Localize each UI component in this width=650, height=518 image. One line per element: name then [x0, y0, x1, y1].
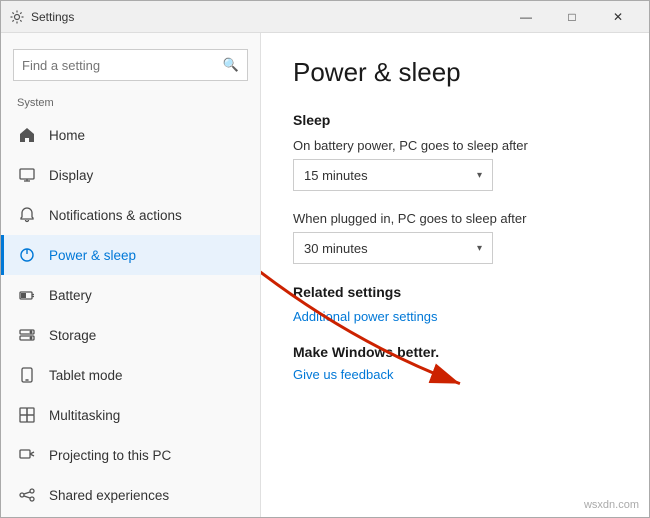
page-title: Power & sleep [293, 57, 617, 88]
make-windows-title: Make Windows better. [293, 344, 617, 360]
content-area: 🔍 System Home [1, 33, 649, 517]
home-icon [17, 125, 37, 145]
related-settings-section: Related settings Additional power settin… [293, 284, 617, 344]
main-content: Power & sleep Sleep On battery power, PC… [261, 33, 649, 426]
settings-app-icon [9, 9, 25, 25]
sidebar-item-display[interactable]: Display [1, 155, 260, 195]
battery-sleep-value: 15 minutes [304, 168, 368, 183]
battery-sleep-dropdown[interactable]: 15 minutes ▾ [293, 159, 493, 191]
sidebar: 🔍 System Home [1, 33, 261, 517]
sidebar-section-label: System [1, 97, 260, 115]
sidebar-label-projecting: Projecting to this PC [49, 448, 171, 463]
sidebar-label-home: Home [49, 128, 85, 143]
multitasking-icon [17, 405, 37, 425]
settings-window: Settings — □ ✕ 🔍 System Home [0, 0, 650, 518]
sidebar-item-notifications[interactable]: Notifications & actions [1, 195, 260, 235]
sidebar-label-display: Display [49, 168, 93, 183]
display-icon [17, 165, 37, 185]
plugged-sleep-label: When plugged in, PC goes to sleep after [293, 211, 617, 226]
sidebar-label-shared: Shared experiences [49, 488, 169, 503]
additional-power-settings-link[interactable]: Additional power settings [293, 309, 438, 324]
sidebar-label-multitasking: Multitasking [49, 408, 120, 423]
sleep-section-title: Sleep [293, 112, 617, 128]
sidebar-item-projecting[interactable]: Projecting to this PC [1, 435, 260, 475]
search-box[interactable]: 🔍 [13, 49, 248, 81]
sidebar-label-notifications: Notifications & actions [49, 208, 182, 223]
window-controls: — □ ✕ [503, 1, 641, 33]
minimize-button[interactable]: — [503, 1, 549, 33]
sidebar-label-storage: Storage [49, 328, 96, 343]
sidebar-label-battery: Battery [49, 288, 92, 303]
battery-sleep-arrow: ▾ [477, 170, 482, 181]
plugged-sleep-dropdown[interactable]: 30 minutes ▾ [293, 232, 493, 264]
battery-sleep-label: On battery power, PC goes to sleep after [293, 138, 617, 153]
sidebar-item-storage[interactable]: Storage [1, 315, 260, 355]
plugged-sleep-value: 30 minutes [304, 241, 368, 256]
sidebar-item-tablet[interactable]: Tablet mode [1, 355, 260, 395]
sidebar-item-shared[interactable]: Shared experiences [1, 475, 260, 515]
title-bar-text: Settings [31, 10, 503, 24]
plugged-sleep-arrow: ▾ [477, 243, 482, 254]
sidebar-item-power[interactable]: Power & sleep [1, 235, 260, 275]
give-feedback-link[interactable]: Give us feedback [293, 367, 393, 382]
storage-icon [17, 325, 37, 345]
make-windows-section: Make Windows better. Give us feedback [293, 344, 617, 402]
title-bar: Settings — □ ✕ [1, 1, 649, 33]
tablet-icon [17, 365, 37, 385]
sidebar-item-multitasking[interactable]: Multitasking [1, 395, 260, 435]
power-icon [17, 245, 37, 265]
sidebar-item-battery[interactable]: Battery [1, 275, 260, 315]
sidebar-label-tablet: Tablet mode [49, 368, 123, 383]
sleep-section: Sleep On battery power, PC goes to sleep… [293, 112, 617, 264]
watermark: wsxdn.com [584, 499, 639, 511]
main-wrapper: Power & sleep Sleep On battery power, PC… [261, 33, 649, 517]
sidebar-label-power: Power & sleep [49, 248, 136, 263]
maximize-button[interactable]: □ [549, 1, 595, 33]
projecting-icon [17, 445, 37, 465]
notifications-icon [17, 205, 37, 225]
related-settings-title: Related settings [293, 284, 617, 300]
search-input[interactable] [22, 58, 223, 73]
sidebar-item-home[interactable]: Home [1, 115, 260, 155]
close-button[interactable]: ✕ [595, 1, 641, 33]
shared-icon [17, 485, 37, 505]
battery-icon [17, 285, 37, 305]
search-icon: 🔍 [223, 57, 239, 73]
